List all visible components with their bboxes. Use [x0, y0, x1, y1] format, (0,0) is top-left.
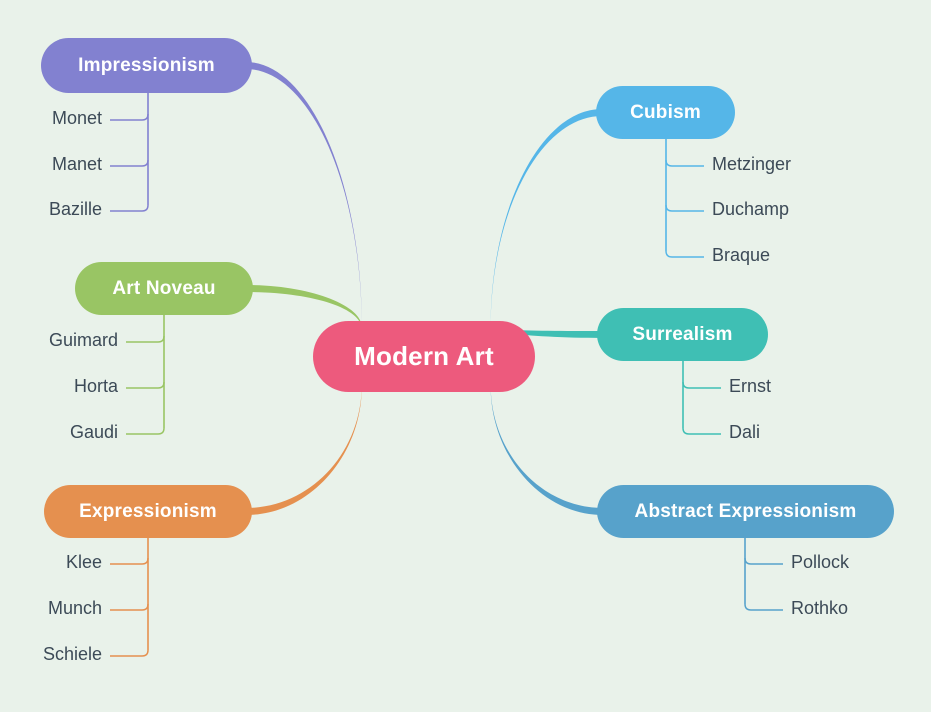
- branch-connector-abstract-expressionism: [490, 383, 603, 515]
- leaf-elbow-art-noveau-0: [126, 335, 165, 343]
- leaf-elbow-cubism-1: [665, 204, 704, 212]
- leaf-label-impressionism-1[interactable]: Manet: [52, 154, 102, 175]
- mindmap-canvas: Modern Art Impressionism Monet Manet Bazille…: [0, 0, 931, 712]
- leaf-elbow-abstract-expressionism-1: [744, 603, 783, 611]
- leaf-label-surrealism-0[interactable]: Ernst: [729, 376, 771, 397]
- leaf-elbow-expressionism-0: [110, 557, 149, 565]
- leaf-label-abstract-expressionism-0[interactable]: Pollock: [791, 552, 849, 573]
- leaf-elbow-art-noveau-1: [126, 381, 165, 389]
- leaf-label-cubism-2[interactable]: Braque: [712, 245, 770, 266]
- leaf-elbow-abstract-expressionism-0: [744, 557, 783, 565]
- leaf-label-impressionism-0[interactable]: Monet: [52, 108, 102, 129]
- branch-node-art-noveau[interactable]: Art Noveau: [75, 262, 253, 315]
- leaf-label-art-noveau-1[interactable]: Horta: [74, 376, 118, 397]
- leaf-elbow-impressionism-0: [110, 113, 149, 121]
- leaf-label-cubism-0[interactable]: Metzinger: [712, 154, 791, 175]
- leaf-elbow-impressionism-1: [110, 159, 149, 167]
- leaf-label-expressionism-2[interactable]: Schiele: [43, 644, 102, 665]
- leaf-elbow-cubism-0: [665, 159, 704, 167]
- leaf-elbow-expressionism-1: [110, 603, 149, 611]
- central-node[interactable]: Modern Art: [313, 321, 535, 392]
- leaf-elbow-cubism-2: [665, 250, 704, 258]
- branch-node-abstract-expressionism[interactable]: Abstract Expressionism: [597, 485, 894, 538]
- leaf-label-art-noveau-2[interactable]: Gaudi: [70, 422, 118, 443]
- branch-node-surrealism[interactable]: Surrealism: [597, 308, 768, 361]
- leaf-elbow-art-noveau-2: [126, 427, 165, 435]
- branch-node-expressionism[interactable]: Expressionism: [44, 485, 252, 538]
- branch-connector-cubism: [490, 109, 602, 330]
- leaf-elbow-surrealism-0: [682, 381, 721, 389]
- branch-node-impressionism[interactable]: Impressionism: [41, 38, 252, 93]
- branch-connector-expressionism: [246, 383, 362, 515]
- leaf-label-impressionism-2[interactable]: Bazille: [49, 199, 102, 220]
- leaf-label-surrealism-1[interactable]: Dali: [729, 422, 760, 443]
- leaf-elbow-surrealism-1: [682, 427, 721, 435]
- branch-node-cubism[interactable]: Cubism: [596, 86, 735, 139]
- leaf-label-expressionism-0[interactable]: Klee: [66, 552, 102, 573]
- leaf-label-cubism-1[interactable]: Duchamp: [712, 199, 789, 220]
- leaf-label-abstract-expressionism-1[interactable]: Rothko: [791, 598, 848, 619]
- leaf-elbow-expressionism-2: [110, 649, 149, 657]
- leaf-label-art-noveau-0[interactable]: Guimard: [49, 330, 118, 351]
- leaf-elbow-impressionism-2: [110, 204, 149, 212]
- leaf-label-expressionism-1[interactable]: Munch: [48, 598, 102, 619]
